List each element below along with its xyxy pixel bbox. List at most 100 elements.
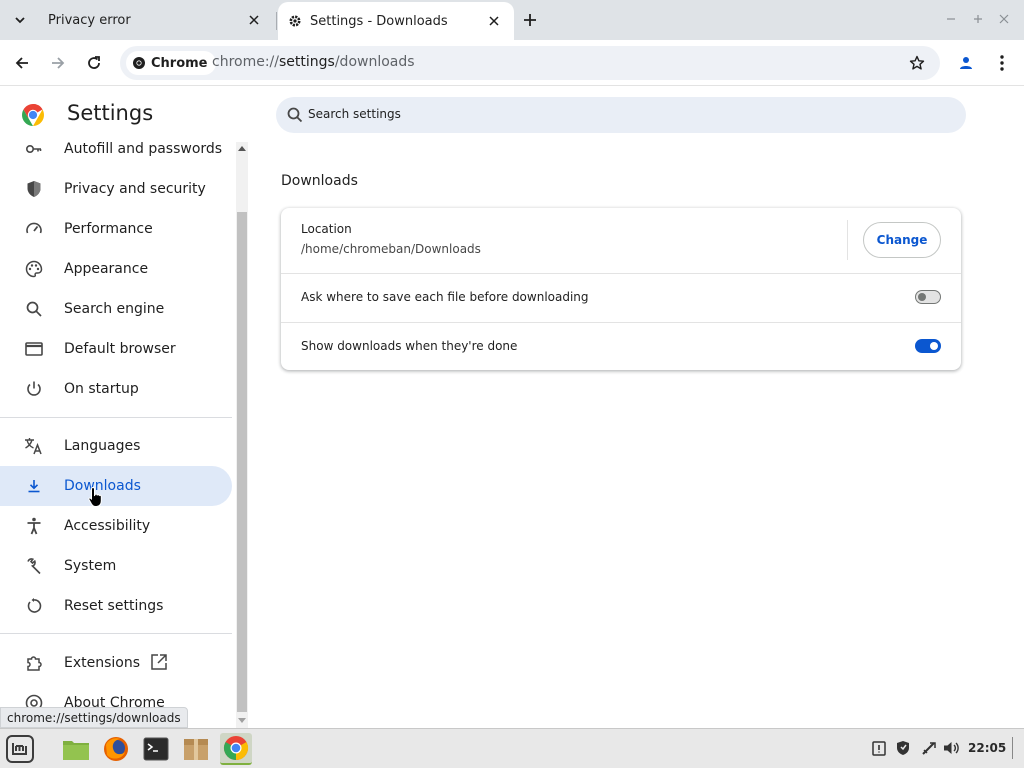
tab-privacy-error[interactable]: Privacy error	[34, 4, 277, 36]
sidebar-item-label: Privacy and security	[64, 181, 206, 197]
close-icon	[999, 14, 1009, 24]
toggle-knob	[930, 342, 938, 350]
search-settings-input[interactable]: Search settings	[276, 97, 966, 133]
reload-button[interactable]	[82, 51, 106, 75]
sidebar-item-label: Default browser	[64, 341, 176, 357]
accessibility-icon	[24, 516, 44, 536]
close-window-button[interactable]	[995, 10, 1013, 28]
sidebar-item-languages[interactable]: Languages	[0, 426, 232, 466]
show-downloads-toggle[interactable]	[915, 339, 941, 353]
sidebar-item-performance[interactable]: Performance	[0, 209, 232, 249]
plus-icon	[524, 14, 536, 26]
scrollbar-thumb[interactable]	[237, 212, 247, 712]
firefox-icon	[104, 737, 128, 761]
sidebar-item-accessibility[interactable]: Accessibility	[0, 506, 232, 546]
sidebar-item-label: On startup	[64, 381, 139, 397]
location-label: Location	[301, 222, 352, 236]
sidebar-item-label: Languages	[64, 438, 141, 454]
sidebar-item-autofill[interactable]: Autofill and passwords	[0, 136, 232, 169]
section-title: Downloads	[281, 173, 358, 189]
sidebar-item-label: System	[64, 558, 117, 574]
maximize-button[interactable]	[969, 10, 987, 28]
os-taskbar: 22:05	[0, 728, 1024, 768]
ask-where-row[interactable]: Ask where to save each file before downl…	[281, 274, 961, 322]
tab-search-button[interactable]	[8, 8, 32, 32]
star-icon	[909, 55, 925, 70]
sidebar-item-extensions[interactable]: Extensions	[0, 643, 232, 683]
address-bar[interactable]: Chrome chrome://settings/downloads	[120, 46, 940, 80]
gear-icon	[288, 14, 302, 28]
sidebar-divider	[0, 417, 232, 418]
ask-where-toggle[interactable]	[915, 290, 941, 304]
url-path: /downloads	[334, 54, 415, 70]
toggle-knob	[918, 293, 926, 301]
new-tab-button[interactable]	[520, 10, 540, 30]
sidebar-item-label: Extensions	[64, 655, 141, 671]
sidebar-item-label: Autofill and passwords	[64, 141, 223, 157]
vertical-separator	[847, 220, 848, 260]
tab-strip: Privacy error Settings - Downloads	[0, 0, 1024, 40]
sidebar-item-appearance[interactable]: Appearance	[0, 249, 232, 289]
speedometer-icon	[24, 219, 44, 239]
volume-tray-icon[interactable]	[943, 739, 961, 757]
sidebar-item-on-startup[interactable]: On startup	[0, 369, 232, 409]
sidebar-item-reset-settings[interactable]: Reset settings	[0, 586, 232, 626]
archive-icon	[184, 739, 208, 760]
sidebar-item-label: Performance	[64, 221, 153, 237]
scroll-down-arrow-icon[interactable]	[238, 718, 246, 723]
terminal-button[interactable]	[140, 733, 172, 765]
maximize-icon	[974, 15, 982, 23]
hand-cursor-icon	[88, 486, 102, 507]
minimize-button[interactable]	[942, 10, 960, 28]
more-vert-icon	[1000, 55, 1004, 71]
sidebar-divider	[0, 633, 232, 634]
clipboard-tray-icon[interactable]	[870, 739, 888, 757]
tab-title: Settings - Downloads	[310, 13, 448, 29]
sidebar-item-label: Reset settings	[64, 598, 164, 614]
reset-icon	[24, 596, 44, 616]
chrome-taskbar-button[interactable]	[220, 733, 252, 765]
chrome-logo-icon	[22, 104, 44, 126]
browser-toolbar: Chrome chrome://settings/downloads	[0, 40, 1024, 86]
menu-button[interactable]	[990, 51, 1014, 75]
person-icon	[960, 57, 972, 69]
network-tray-icon[interactable]	[920, 739, 938, 757]
location-row: Location /home/chromeban/Downloads Chang…	[281, 208, 961, 274]
tab-settings-downloads[interactable]: Settings - Downloads	[278, 2, 514, 40]
archive-button[interactable]	[180, 733, 212, 765]
firefox-button[interactable]	[100, 733, 132, 765]
chrome-icon	[133, 57, 145, 69]
open-in-new-icon	[150, 653, 168, 671]
files-icon	[63, 741, 89, 760]
shield-tray-icon[interactable]	[894, 739, 912, 757]
sidebar-item-label: Appearance	[64, 261, 149, 277]
browser-window-icon	[24, 339, 44, 359]
clock[interactable]: 22:05	[968, 741, 1006, 755]
reload-icon	[88, 56, 100, 69]
scroll-up-arrow-icon[interactable]	[238, 146, 246, 151]
key-icon	[24, 139, 44, 159]
forward-button[interactable]	[46, 51, 70, 75]
sidebar-item-default-browser[interactable]: Default browser	[0, 329, 232, 369]
mint-menu-icon	[6, 735, 34, 763]
link-status-bubble: chrome://settings/downloads	[0, 707, 188, 728]
sidebar-item-system[interactable]: System	[0, 546, 232, 586]
mint-menu-button[interactable]	[4, 733, 36, 765]
terminal-icon	[143, 737, 169, 761]
profile-button[interactable]	[954, 51, 978, 75]
puzzle-icon	[24, 653, 44, 673]
back-button[interactable]	[10, 51, 34, 75]
files-button[interactable]	[60, 733, 92, 765]
sidebar-item-privacy[interactable]: Privacy and security	[0, 169, 232, 209]
sidebar-scrollbar[interactable]	[236, 142, 248, 728]
show-downloads-row[interactable]: Show downloads when they're done	[281, 323, 961, 370]
close-icon[interactable]	[246, 12, 262, 28]
site-info-chip[interactable]: Chrome	[126, 51, 216, 75]
change-location-button[interactable]: Change	[863, 222, 941, 258]
translate-icon	[24, 436, 44, 456]
bookmark-star-button[interactable]	[908, 54, 926, 72]
sidebar-item-downloads[interactable]: Downloads	[0, 466, 232, 506]
show-desktop-button[interactable]	[1012, 737, 1013, 759]
close-icon[interactable]	[486, 13, 502, 29]
sidebar-item-search-engine[interactable]: Search engine	[0, 289, 232, 329]
